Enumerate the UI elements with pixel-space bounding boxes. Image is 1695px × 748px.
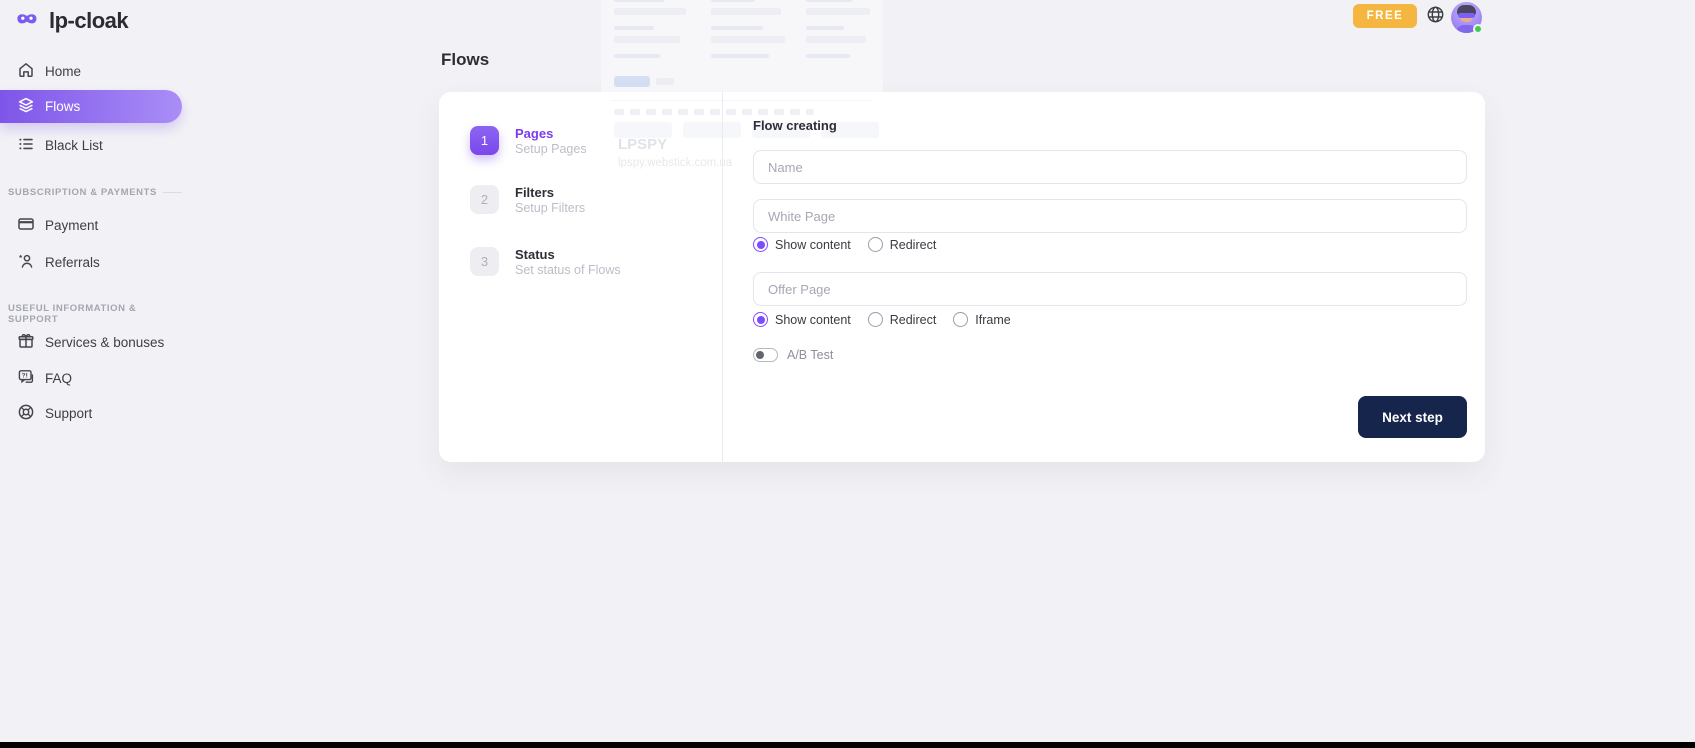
plan-badge[interactable]: FREE xyxy=(1353,4,1417,28)
sidebar-item-label: Referrals xyxy=(45,255,100,270)
home-icon xyxy=(17,61,35,82)
radio-offer-redirect[interactable]: Redirect xyxy=(868,312,937,327)
radio-white-show-content[interactable]: Show content xyxy=(753,237,851,252)
ab-test-row: A/B Test xyxy=(753,348,833,362)
radio-label: Iframe xyxy=(975,313,1010,327)
offer-page-input[interactable] xyxy=(753,272,1467,306)
brand-logo[interactable]: lp-cloak xyxy=(15,8,128,34)
section-divider xyxy=(163,192,182,193)
radio-dot xyxy=(753,237,768,252)
sidebar-item-services[interactable]: Services & bonuses xyxy=(0,325,182,359)
ab-test-label: A/B Test xyxy=(787,348,833,362)
wizard-step-filters[interactable]: 2 Filters Setup Filters xyxy=(470,185,585,216)
wizard-step-pages[interactable]: 1 Pages Setup Pages xyxy=(470,126,587,157)
radio-label: Show content xyxy=(775,313,851,327)
section-header-label: SUBSCRIPTION & PAYMENTS xyxy=(8,187,157,198)
sidebar-item-referrals[interactable]: Referrals xyxy=(0,245,182,279)
sidebar: lp-cloak Home Flows xyxy=(0,0,200,748)
sidebar-item-flows[interactable]: Flows xyxy=(0,90,182,123)
white-page-input[interactable] xyxy=(753,199,1467,233)
section-header-label: USEFUL INFORMATION & SUPPORT xyxy=(8,303,176,325)
offer-page-mode-radios: Show content Redirect Iframe xyxy=(753,312,1011,327)
screen-bottom-edge xyxy=(0,742,1695,748)
toggle-knob xyxy=(756,351,764,359)
sidebar-item-black-list[interactable]: Black List xyxy=(0,128,182,162)
radio-white-redirect[interactable]: Redirect xyxy=(868,237,937,252)
radio-label: Redirect xyxy=(890,238,937,252)
faq-bubble-icon: ?! xyxy=(17,368,35,389)
lifebuoy-icon xyxy=(17,403,35,424)
radio-dot xyxy=(868,237,883,252)
step-title: Filters xyxy=(515,185,585,200)
app-window: lp-cloak Home Flows xyxy=(0,0,1695,748)
radio-dot xyxy=(868,312,883,327)
gift-icon xyxy=(17,332,35,353)
mask-logo-icon xyxy=(15,9,41,34)
credit-card-icon xyxy=(17,215,35,236)
page-title: Flows xyxy=(441,50,489,70)
sidebar-section-subscription: SUBSCRIPTION & PAYMENTS xyxy=(8,187,182,198)
step-number: 1 xyxy=(470,126,499,155)
online-status-dot xyxy=(1473,24,1483,34)
sidebar-item-faq[interactable]: ?! FAQ xyxy=(0,361,182,395)
step-subtitle: Set status of Flows xyxy=(515,262,621,278)
wizard-step-status[interactable]: 3 Status Set status of Flows xyxy=(470,247,621,278)
sidebar-item-label: FAQ xyxy=(45,371,72,386)
radio-dot xyxy=(753,312,768,327)
radio-label: Redirect xyxy=(890,313,937,327)
step-subtitle: Setup Filters xyxy=(515,200,585,216)
radio-offer-show-content[interactable]: Show content xyxy=(753,312,851,327)
sidebar-item-label: Flows xyxy=(45,99,80,114)
sidebar-item-label: Payment xyxy=(45,218,98,233)
radio-offer-iframe[interactable]: Iframe xyxy=(953,312,1010,327)
white-page-mode-radios: Show content Redirect xyxy=(753,237,936,252)
list-icon xyxy=(17,135,35,156)
sidebar-item-label: Home xyxy=(45,64,81,79)
step-subtitle: Setup Pages xyxy=(515,141,587,157)
radio-dot xyxy=(953,312,968,327)
flow-creating-content: 1 Pages Setup Pages 2 Filters Setup Filt… xyxy=(439,92,1485,462)
sidebar-item-label: Services & bonuses xyxy=(45,335,164,350)
sidebar-section-support: USEFUL INFORMATION & SUPPORT xyxy=(8,303,182,325)
step-number: 3 xyxy=(470,247,499,276)
step-title: Status xyxy=(515,247,621,262)
radio-label: Show content xyxy=(775,238,851,252)
flows-icon xyxy=(17,96,35,117)
referral-user-icon xyxy=(17,252,35,273)
step-title: Pages xyxy=(515,126,587,141)
user-avatar[interactable] xyxy=(1451,2,1482,33)
sidebar-item-label: Black List xyxy=(45,138,103,153)
name-input[interactable] xyxy=(753,150,1467,184)
sidebar-item-label: Support xyxy=(45,406,92,421)
next-step-button[interactable]: Next step xyxy=(1358,396,1467,438)
sidebar-item-home[interactable]: Home xyxy=(0,54,182,88)
sidebar-item-payment[interactable]: Payment xyxy=(0,208,182,242)
sidebar-item-support[interactable]: Support xyxy=(0,396,182,430)
language-globe-icon[interactable] xyxy=(1426,5,1445,29)
brand-name: lp-cloak xyxy=(49,8,128,34)
card-column-divider xyxy=(722,92,723,462)
ab-test-toggle[interactable] xyxy=(753,348,778,362)
step-number: 2 xyxy=(470,185,499,214)
svg-text:?!: ?! xyxy=(22,372,28,379)
form-title: Flow creating xyxy=(753,118,837,133)
